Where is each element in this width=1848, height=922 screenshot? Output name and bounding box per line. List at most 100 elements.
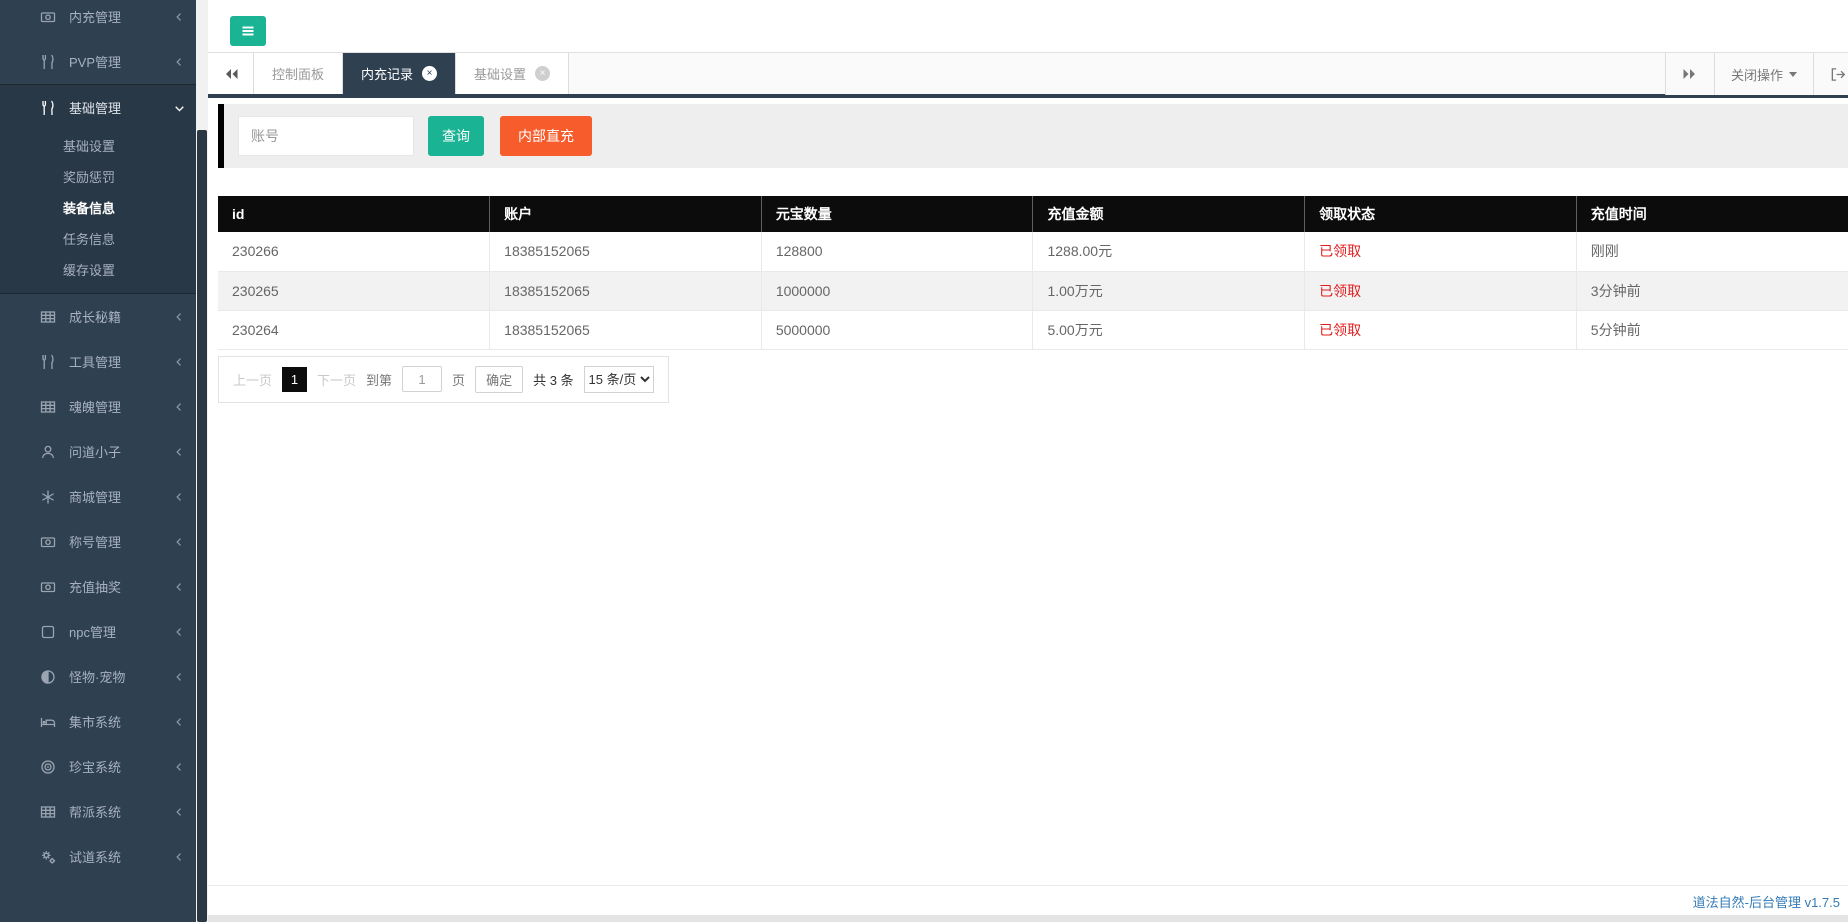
menu-toggle-button[interactable]: [230, 16, 266, 46]
sidebar-subitem-basic-settings[interactable]: 基础设置: [0, 130, 196, 161]
sidebar-item-monster-pet[interactable]: 怪物·宠物: [0, 654, 196, 699]
cell-amount: 5.00万元: [1032, 310, 1306, 350]
query-button[interactable]: 查询: [428, 116, 484, 156]
sidebar-item-label: 魂魄管理: [69, 400, 122, 415]
table-header-row: id 账户 元宝数量 充值金额 领取状态 充值时间: [218, 196, 1848, 232]
top-toolbar: [208, 0, 1848, 52]
table-row: 230266 18385152065 128800 1288.00元 已领取 刚刚: [218, 232, 1848, 272]
sidebar-item-recharge-mgmt[interactable]: 内充管理: [0, 0, 196, 39]
sidebar-item-soul-mgmt[interactable]: 魂魄管理: [0, 384, 196, 429]
sidebar-subitem-cache-settings[interactable]: 缓存设置: [0, 254, 196, 285]
chevron-left-icon: [174, 57, 184, 67]
goto-confirm-button[interactable]: 确定: [475, 365, 524, 393]
column-header-time: 充值时间: [1576, 196, 1848, 232]
chevron-left-icon: [174, 807, 184, 817]
tab-close-icon[interactable]: ×: [422, 66, 438, 81]
chevron-left-icon: [174, 717, 184, 727]
sidebar-item-shidao-system[interactable]: 试道系统: [0, 834, 196, 879]
tab-bar: 控制面板 内充记录 × 基础设置 × 关闭操作 退出: [208, 52, 1848, 98]
prev-page-button[interactable]: 上一页: [233, 370, 272, 389]
cell-yuanbao: 128800: [761, 232, 1034, 272]
cutlery-icon: [40, 354, 56, 370]
tabs-scroll-right-button[interactable]: [1664, 53, 1714, 95]
sidebar-scrollbar-track[interactable]: [196, 0, 208, 922]
chevron-left-icon: [174, 12, 184, 22]
chevron-left-icon: [174, 312, 184, 322]
sidebar-scrollbar-thumb[interactable]: [197, 130, 207, 922]
column-header-id: id: [218, 196, 491, 232]
cell-amount: 1288.00元: [1032, 232, 1306, 272]
internal-recharge-button[interactable]: 内部直充: [500, 116, 592, 156]
column-header-status: 领取状态: [1304, 196, 1577, 232]
chevron-down-icon: [174, 103, 184, 113]
sidebar-item-tools-mgmt[interactable]: 工具管理: [0, 339, 196, 384]
goto-page-prefix-label: 到第: [366, 372, 393, 388]
footer-version-link[interactable]: 道法自然-后台管理 v1.7.5: [1693, 892, 1840, 911]
page-size-select[interactable]: 15 条/页: [583, 365, 654, 393]
chevron-left-icon: [174, 672, 184, 682]
sidebar-menu: 内充管理 PVP管理基础管理 基础设置 奖励惩罚 装备信息 任务信息 缓存设置成长秘籍工具管…: [0, 0, 196, 879]
column-header-amount: 充值金额: [1032, 196, 1306, 232]
cell-time: 5分钟前: [1576, 310, 1848, 350]
chevron-left-icon: [174, 852, 184, 862]
asterisk-icon: [40, 489, 56, 505]
money-icon: [40, 9, 56, 25]
sidebar-item-recharge-lottery[interactable]: 充值抽奖: [0, 564, 196, 609]
logout-button[interactable]: 退出: [1812, 53, 1848, 95]
table-icon: [40, 309, 56, 325]
recharge-records-table: id 账户 元宝数量 充值金额 领取状态 充值时间 230266 18385152065 12…: [218, 196, 1848, 350]
cutlery-icon: [40, 54, 56, 70]
sidebar-subitem-equipment-info[interactable]: 装备信息: [0, 192, 196, 223]
sidebar-item-label: 成长秘籍: [69, 310, 122, 325]
sidebar-item-wendao-kid[interactable]: 问道小子: [0, 429, 196, 474]
chevron-left-icon: [174, 762, 184, 772]
chevron-left-icon: [174, 492, 184, 502]
current-page-indicator[interactable]: 1: [282, 366, 308, 392]
cell-time: 刚刚: [1576, 232, 1848, 272]
cell-id: 230265: [218, 271, 491, 311]
bullseye-icon: [40, 759, 56, 775]
tabbar-right-controls: 关闭操作 退出: [1664, 53, 1848, 95]
sidebar-item-label: 问道小子: [69, 445, 122, 460]
tab-basic-settings[interactable]: 基础设置 ×: [456, 53, 570, 94]
sidebar-subitem-task-info[interactable]: 任务信息: [0, 223, 196, 254]
sidebar-item-label: 内充管理: [69, 10, 122, 25]
tabs-scroll-left-button[interactable]: [208, 53, 254, 94]
cell-account: 18385152065: [489, 232, 762, 272]
sidebar-item-treasure-system[interactable]: 珍宝系统: [0, 744, 196, 789]
sidebar-item-growth-secrets[interactable]: 成长秘籍: [0, 294, 196, 339]
sidebar-item-title-mgmt[interactable]: 称号管理: [0, 519, 196, 564]
table-icon: [40, 804, 56, 820]
sidebar-item-pvp-mgmt[interactable]: PVP管理: [0, 39, 196, 84]
sidebar-item-label: 帮派系统: [69, 805, 122, 820]
column-header-yuanbao: 元宝数量: [761, 196, 1034, 232]
tab-close-icon[interactable]: ×: [535, 66, 551, 81]
sidebar-item-label: 怪物·宠物: [69, 670, 126, 685]
column-header-account: 账户: [489, 196, 762, 232]
adjust-icon: [40, 669, 56, 685]
logout-icon: [1830, 67, 1845, 82]
chevron-left-icon: [174, 447, 184, 457]
cutlery-icon: [40, 100, 56, 116]
sidebar-subitem-reward-punish[interactable]: 奖励惩罚: [0, 161, 196, 192]
sidebar-item-basic-mgmt[interactable]: 基础管理: [0, 85, 196, 130]
tab-recharge-record[interactable]: 内充记录 ×: [343, 53, 457, 94]
sidebar-item-market-system[interactable]: 集市系统: [0, 699, 196, 744]
tab-label: 基础设置: [474, 67, 527, 82]
sidebar-item-label: 集市系统: [69, 715, 122, 730]
sidebar-item-mall-mgmt[interactable]: 商城管理: [0, 474, 196, 519]
sidebar-item-npc-mgmt[interactable]: npc管理: [0, 609, 196, 654]
pagination: 上一页 1 下一页 到第 页 确定 共 3 条 15 条/页: [218, 355, 669, 403]
close-operations-dropdown[interactable]: 关闭操作: [1713, 53, 1813, 95]
sidebar-item-gang-system[interactable]: 帮派系统: [0, 789, 196, 834]
horizontal-scrollbar[interactable]: [208, 915, 1848, 922]
goto-page-input[interactable]: [402, 366, 443, 392]
sidebar-item-label: PVP管理: [69, 55, 122, 70]
tab-control-panel[interactable]: 控制面板: [254, 53, 344, 94]
sidebar: 内充管理 PVP管理基础管理 基础设置 奖励惩罚 装备信息 任务信息 缓存设置成长秘籍工具管…: [0, 0, 196, 922]
sidebar-item-label: 试道系统: [69, 850, 122, 865]
double-right-arrow-icon: [1682, 67, 1698, 81]
next-page-button[interactable]: 下一页: [317, 370, 356, 389]
account-search-input[interactable]: [238, 116, 414, 156]
money-icon: [40, 534, 56, 550]
